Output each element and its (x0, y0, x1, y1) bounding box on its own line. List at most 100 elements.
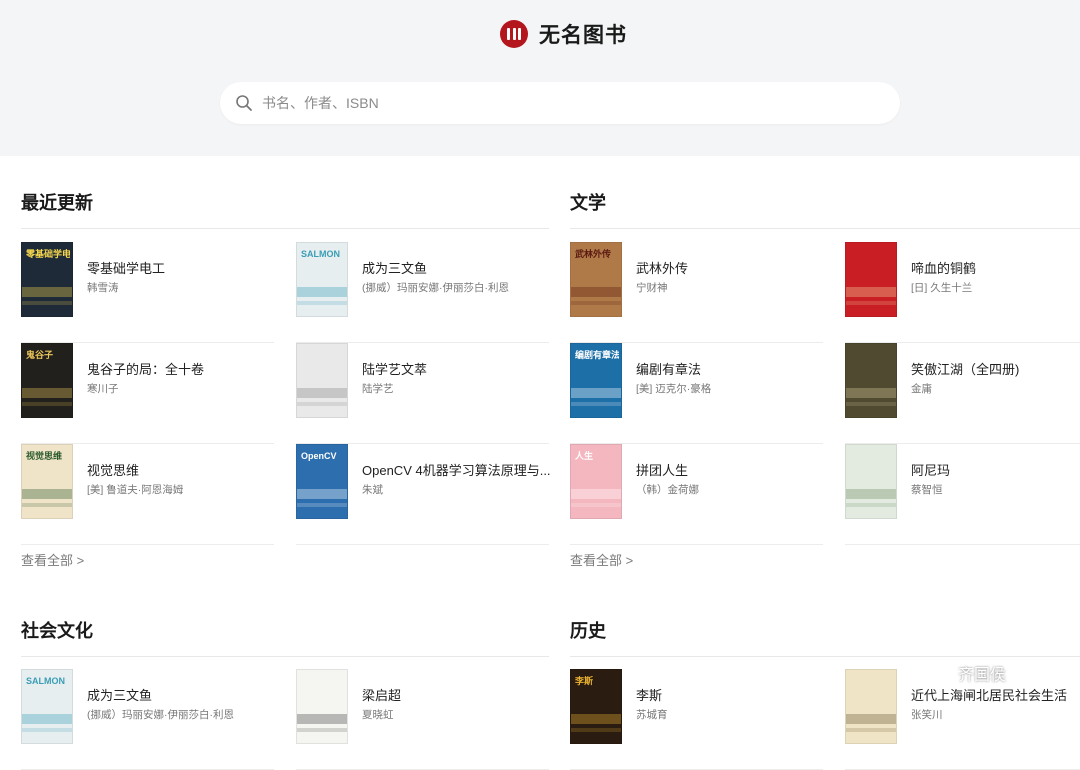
cover-decoration (22, 301, 72, 305)
book-cover[interactable]: 李斯 (570, 669, 622, 744)
book-item[interactable]: 零基础学电工零基础学电工韩雪涛 (21, 242, 274, 343)
cover-decoration (846, 489, 896, 499)
book-title[interactable]: 陆学艺文萃 (362, 359, 427, 378)
book-author: [美] 鲁道夫·阿恩海姆 (87, 484, 184, 496)
search-input[interactable] (262, 95, 822, 111)
book-item[interactable]: 李斯 李斯 苏城育 (570, 669, 823, 770)
cover-decoration (22, 489, 72, 499)
section-title-society: 社会文化 (21, 621, 93, 642)
book-author: 宁财神 (636, 282, 668, 294)
book-item[interactable]: SALMON 成为三文鱼 (挪威）玛丽安娜·伊丽莎白·利恩 (21, 669, 274, 770)
cover-decoration (22, 388, 72, 398)
book-cover[interactable]: 编剧有章法 (570, 343, 622, 418)
book-title[interactable]: 视觉思维 (87, 460, 139, 479)
book-cover[interactable] (845, 343, 897, 418)
book-title[interactable]: 啼血的铜鹤 (911, 258, 976, 277)
book-title[interactable]: 武林外传 (636, 258, 688, 277)
search-box[interactable] (220, 82, 900, 124)
cover-decoration (297, 402, 347, 406)
book-item[interactable]: 鬼谷子 鬼谷子的局：全十卷 寒川子 (21, 343, 274, 444)
book-cover[interactable]: 零基础学电工 (21, 242, 73, 317)
book-author: 苏城育 (636, 709, 668, 721)
book-title[interactable]: 近代上海闸北居民社会生活 (911, 685, 1067, 704)
book-cover[interactable] (296, 669, 348, 744)
cover-title-text: 零基础学电工 (26, 249, 70, 259)
cover-decoration (846, 714, 896, 724)
cover-decoration (846, 301, 896, 305)
cover-decoration (297, 728, 347, 732)
cover-decoration (846, 287, 896, 297)
book-title[interactable]: 李斯 (636, 685, 662, 704)
cover-decoration (571, 287, 621, 297)
book-title[interactable]: 笑傲江湖（全四册) (911, 359, 1019, 378)
book-author: 金庸 (911, 383, 932, 395)
section-divider (570, 656, 1080, 657)
book-title[interactable]: 阿尼玛 (911, 460, 950, 479)
book-author: 朱斌 (362, 484, 383, 496)
section-divider (21, 656, 549, 657)
book-title[interactable]: 梁启超 (362, 685, 401, 704)
view-all-link-latest[interactable]: 查看全部 > (21, 550, 84, 569)
cover-decoration (297, 503, 347, 507)
book-cover[interactable]: 人生 (570, 444, 622, 519)
book-item[interactable]: OpenCV OpenCV 4机器学习算法原理与... 朱斌 (296, 444, 551, 545)
cover-decoration (571, 728, 621, 732)
book-cover[interactable]: 鬼谷子 (21, 343, 73, 418)
cover-decoration (22, 728, 72, 732)
brand[interactable]: 无名图书 (500, 19, 627, 49)
books-logo-icon (500, 20, 528, 48)
book-cover[interactable]: OpenCV (296, 444, 348, 519)
cover-decoration (846, 503, 896, 507)
book-title[interactable]: 零基础学电工 (87, 258, 165, 277)
cover-title-text: 视觉思维 (26, 451, 63, 461)
book-cover[interactable]: SALMON (296, 242, 348, 317)
book-author: 韩雪涛 (87, 282, 119, 294)
watermark: 齐国侯 (918, 660, 1006, 686)
book-item[interactable]: 啼血的铜鹤 [日] 久生十兰 (845, 242, 1080, 343)
cover-decoration (297, 287, 347, 297)
cover-decoration (22, 503, 72, 507)
book-title[interactable]: 成为三文鱼 (362, 258, 427, 277)
cover-decoration (571, 388, 621, 398)
book-cover[interactable]: SALMON (21, 669, 73, 744)
book-item[interactable]: 笑傲江湖（全四册) 金庸 (845, 343, 1080, 444)
cover-decoration (846, 728, 896, 732)
book-author: [美] 迈克尔·豪格 (636, 383, 712, 395)
book-title[interactable]: 编剧有章法 (636, 359, 701, 378)
book-cover[interactable] (845, 444, 897, 519)
book-cover[interactable]: 武林外传 (570, 242, 622, 317)
site-title: 无名图书 (539, 22, 627, 47)
book-title[interactable]: 鬼谷子的局：全十卷 (87, 359, 204, 378)
cover-decoration (571, 301, 621, 305)
watermark-text: 齐国侯 (958, 667, 1007, 684)
cover-title-text: 编剧有章法 (575, 350, 619, 360)
book-item[interactable]: 视觉思维 视觉思维 [美] 鲁道夫·阿恩海姆 (21, 444, 274, 545)
book-cover[interactable]: 视觉思维 (21, 444, 73, 519)
cover-decoration (846, 402, 896, 406)
cover-decoration (22, 402, 72, 406)
cover-decoration (297, 301, 347, 305)
cover-decoration (571, 489, 621, 499)
book-item[interactable]: 陆学艺文萃 陆学艺 (296, 343, 549, 444)
book-item[interactable]: 梁启超 夏晓虹 (296, 669, 549, 770)
view-all-link-literature[interactable]: 查看全部 > (570, 550, 633, 569)
header-area: 无名图书 (0, 0, 1080, 156)
book-author: 陆学艺 (362, 383, 394, 395)
wechat-icon (919, 661, 950, 685)
book-item[interactable]: 人生 拼团人生 （韩）金荷娜 (570, 444, 823, 545)
book-item[interactable]: 阿尼玛 蔡智恒 (845, 444, 1080, 545)
cover-title-text: 李斯 (575, 676, 594, 686)
cover-title-text: 鬼谷子 (26, 350, 54, 360)
book-item[interactable]: 武林外传 武林外传宁财神 (570, 242, 823, 343)
cover-title-text: SALMON (26, 676, 65, 686)
book-title[interactable]: OpenCV 4机器学习算法原理与... (362, 460, 551, 479)
book-title[interactable]: 拼团人生 (636, 460, 688, 479)
cover-decoration (571, 402, 621, 406)
book-item[interactable]: 编剧有章法 编剧有章法 [美] 迈克尔·豪格 (570, 343, 823, 444)
book-cover[interactable] (845, 669, 897, 744)
book-item[interactable]: SALMON 成为三文鱼 (挪威）玛丽安娜·伊丽莎白·利恩 (296, 242, 549, 343)
book-cover[interactable] (845, 242, 897, 317)
cover-decoration (297, 489, 347, 499)
book-cover[interactable] (296, 343, 348, 418)
book-title[interactable]: 成为三文鱼 (87, 685, 152, 704)
